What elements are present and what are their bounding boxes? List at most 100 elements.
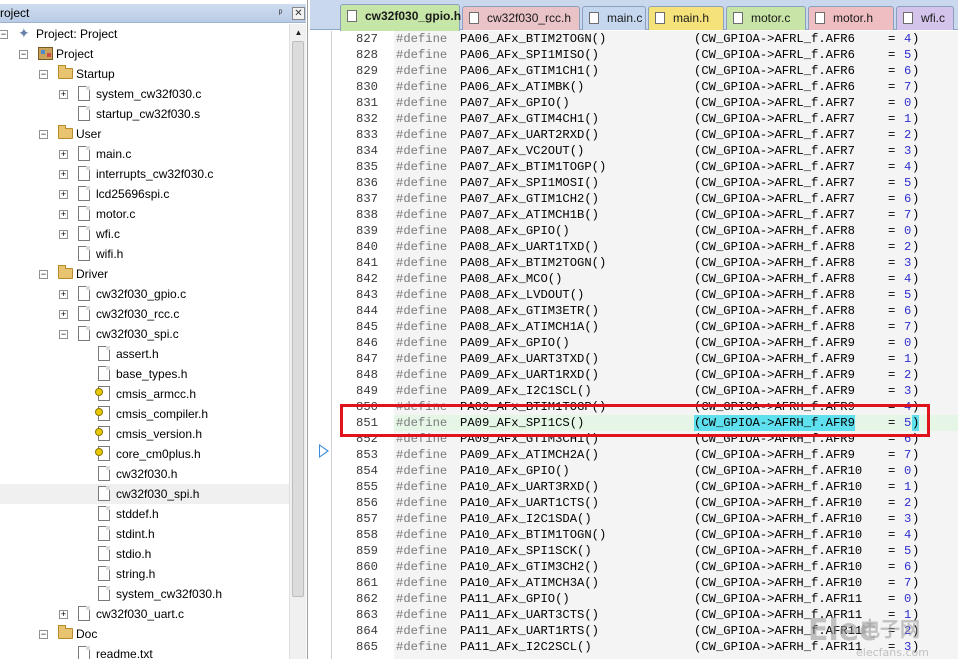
tree-item[interactable]: + cw32f030_gpio.c: [0, 284, 289, 304]
code-line[interactable]: #define PA06_AFx_BTIM2TOGN() (CW_GPIOA->AF…: [394, 31, 958, 47]
code-line[interactable]: #define PA10_AFx_SPI1SCK() (CW_GPIOA->AFRH…: [394, 543, 958, 559]
editor-tab[interactable]: wfi.c: [896, 6, 954, 30]
tree-item[interactable]: base_types.h: [0, 364, 289, 384]
code-line[interactable]: #define PA06_AFx_GTIM1CH1() (CW_GPIOA->AFR…: [394, 63, 958, 79]
editor-tab[interactable]: cw32f030_gpio.h: [340, 4, 461, 31]
tree-item[interactable]: + wfi.c: [0, 224, 289, 244]
scroll-up-arrow-icon[interactable]: ▲: [290, 24, 307, 41]
code-line[interactable]: #define PA10_AFx_GPIO() (CW_GPIOA->AFRH_f.…: [394, 463, 958, 479]
tree-item[interactable]: assert.h: [0, 344, 289, 364]
code-line[interactable]: #define PA10_AFx_GTIM3CH2() (CW_GPIOA->AFR…: [394, 559, 958, 575]
editor-tab[interactable]: main.h: [648, 6, 724, 30]
code-line[interactable]: #define PA07_AFx_GTIM1CH2() (CW_GPIOA->AFR…: [394, 191, 958, 207]
tree-item[interactable]: + system_cw32f030.c: [0, 84, 289, 104]
editor-tab[interactable]: motor.h: [808, 6, 894, 30]
code-line[interactable]: #define PA08_AFx_LVDOUT() (CW_GPIOA->AFRH_…: [394, 287, 958, 303]
expand-icon[interactable]: +: [59, 290, 68, 299]
code-line[interactable]: #define PA10_AFx_ATIMCH3A() (CW_GPIOA->AFR…: [394, 575, 958, 591]
expand-icon[interactable]: +: [59, 170, 68, 179]
editor-tab[interactable]: main.c: [582, 6, 646, 30]
pin-icon[interactable]: ᵖ: [274, 7, 287, 20]
collapse-icon[interactable]: −: [19, 50, 28, 59]
editor-tab[interactable]: motor.c: [726, 6, 806, 30]
tree-item[interactable]: − cw32f030_spi.c: [0, 324, 289, 344]
code-line[interactable]: #define PA07_AFx_GTIM4CH1() (CW_GPIOA->AFR…: [394, 111, 958, 127]
tree-item[interactable]: cmsis_compiler.h: [0, 404, 289, 424]
code-line[interactable]: #define PA07_AFx_VC2OUT() (CW_GPIOA->AFRL_…: [394, 143, 958, 159]
code-line[interactable]: #define PA06_AFx_ATIMBK() (CW_GPIOA->AFRL_…: [394, 79, 958, 95]
tree-item[interactable]: + interrupts_cw32f030.c: [0, 164, 289, 184]
tree-item[interactable]: core_cm0plus.h: [0, 444, 289, 464]
tree-item[interactable]: + main.c: [0, 144, 289, 164]
code-line[interactable]: #define PA11_AFx_UART1RTS() (CW_GPIOA->AFR…: [394, 623, 958, 639]
expand-icon[interactable]: +: [59, 610, 68, 619]
code-line[interactable]: #define PA09_AFx_GTIM3CH1() (CW_GPIOA->AFR…: [394, 431, 958, 447]
tree-item[interactable]: cw32f030.h: [0, 464, 289, 484]
collapse-icon[interactable]: −: [39, 70, 48, 79]
tree-item[interactable]: + cw32f030_rcc.c: [0, 304, 289, 324]
tree-item[interactable]: − Project: [0, 44, 289, 64]
tree-item[interactable]: cmsis_version.h: [0, 424, 289, 444]
code-line[interactable]: #define PA07_AFx_GPIO() (CW_GPIOA->AFRL_f.…: [394, 95, 958, 111]
code-line[interactable]: #define PA10_AFx_I2C1SDA() (CW_GPIOA->AFRH…: [394, 511, 958, 527]
tree-item[interactable]: stdio.h: [0, 544, 289, 564]
code-line[interactable]: #define PA07_AFx_SPI1MOSI() (CW_GPIOA->AFR…: [394, 175, 958, 191]
tree-item[interactable]: − Doc: [0, 624, 289, 644]
code-line[interactable]: #define PA09_AFx_UART1RXD() (CW_GPIOA->AFR…: [394, 367, 958, 383]
code-line[interactable]: #define PA09_AFx_ATIMCH2A() (CW_GPIOA->AFR…: [394, 447, 958, 463]
tree-item[interactable]: − Driver: [0, 264, 289, 284]
code-line[interactable]: #define PA11_AFx_UART3CTS() (CW_GPIOA->AFR…: [394, 607, 958, 623]
expand-icon[interactable]: +: [59, 150, 68, 159]
breakpoint-margin[interactable]: [310, 31, 332, 659]
scrollbar-thumb[interactable]: [292, 41, 304, 597]
code-line[interactable]: #define PA11_AFx_GPIO() (CW_GPIOA->AFRH_f.…: [394, 591, 958, 607]
tree-item[interactable]: readme.txt: [0, 644, 289, 659]
tree-item[interactable]: system_cw32f030.h: [0, 584, 289, 604]
code-line[interactable]: #define PA08_AFx_BTIM2TOGN() (CW_GPIOA->AF…: [394, 255, 958, 271]
code-line[interactable]: #define PA09_AFx_UART3TXD() (CW_GPIOA->AFR…: [394, 351, 958, 367]
code-line[interactable]: #define PA08_AFx_GTIM3ETR() (CW_GPIOA->AFR…: [394, 303, 958, 319]
tree-item[interactable]: string.h: [0, 564, 289, 584]
code-line[interactable]: #define PA06_AFx_SPI1MISO() (CW_GPIOA->AFR…: [394, 47, 958, 63]
code-text-area[interactable]: #define PA06_AFx_BTIM2TOGN() (CW_GPIOA->AF…: [394, 31, 958, 659]
tree-item[interactable]: + cw32f030_uart.c: [0, 604, 289, 624]
tree-item[interactable]: + lcd25696spi.c: [0, 184, 289, 204]
code-line[interactable]: #define PA07_AFx_BTIM1TOGP() (CW_GPIOA->AF…: [394, 159, 958, 175]
code-line[interactable]: #define PA09_AFx_I2C1SCL() (CW_GPIOA->AFRH…: [394, 383, 958, 399]
code-line[interactable]: #define PA08_AFx_MCO() (CW_GPIOA->AFRH_f.A…: [394, 271, 958, 287]
code-line[interactable]: #define PA07_AFx_UART2RXD() (CW_GPIOA->AFR…: [394, 127, 958, 143]
tree-item[interactable]: startup_cw32f030.s: [0, 104, 289, 124]
code-line[interactable]: #define PA07_AFx_ATIMCH1B() (CW_GPIOA->AFR…: [394, 207, 958, 223]
code-line[interactable]: #define PA08_AFx_ATIMCH1A() (CW_GPIOA->AFR…: [394, 319, 958, 335]
tree-item[interactable]: − Project: Project: [0, 24, 289, 44]
collapse-icon[interactable]: −: [39, 130, 48, 139]
code-line-current[interactable]: #define PA09_AFx_SPI1CS() (CW_GPIOA->AFRH_…: [394, 415, 958, 431]
code-line[interactable]: #define PA08_AFx_GPIO() (CW_GPIOA->AFRH_f.…: [394, 223, 958, 239]
tree-item[interactable]: − Startup: [0, 64, 289, 84]
collapse-icon[interactable]: −: [39, 630, 48, 639]
tree-item[interactable]: cmsis_armcc.h: [0, 384, 289, 404]
code-line[interactable]: #define PA10_AFx_BTIM1TOGN() (CW_GPIOA->AF…: [394, 527, 958, 543]
editor-tab[interactable]: cw32f030_rcc.h: [462, 6, 580, 30]
code-line[interactable]: #define PA08_AFx_UART1TXD() (CW_GPIOA->AFR…: [394, 239, 958, 255]
code-line[interactable]: #define PA10_AFx_UART1CTS() (CW_GPIOA->AFR…: [394, 495, 958, 511]
tree-item[interactable]: wifi.h: [0, 244, 289, 264]
tree-item[interactable]: cw32f030_spi.h: [0, 484, 289, 504]
code-line[interactable]: #define PA09_AFx_BTIM1TOGP() (CW_GPIOA->AF…: [394, 399, 958, 415]
expand-icon[interactable]: +: [59, 230, 68, 239]
expand-icon[interactable]: +: [59, 190, 68, 199]
expand-icon[interactable]: +: [59, 210, 68, 219]
collapse-icon[interactable]: −: [0, 30, 8, 39]
tree-item[interactable]: stddef.h: [0, 504, 289, 524]
project-tree-scrollbar[interactable]: ▲: [289, 24, 306, 659]
code-line[interactable]: #define PA10_AFx_UART3RXD() (CW_GPIOA->AFR…: [394, 479, 958, 495]
close-icon[interactable]: ✕: [292, 7, 305, 20]
code-line[interactable]: #define PA09_AFx_GPIO() (CW_GPIOA->AFRH_f.…: [394, 335, 958, 351]
code-line[interactable]: #define PA11_AFx_I2C2SCL() (CW_GPIOA->AFRH…: [394, 639, 958, 655]
tree-item[interactable]: − User: [0, 124, 289, 144]
tree-item[interactable]: stdint.h: [0, 524, 289, 544]
collapse-icon[interactable]: −: [39, 270, 48, 279]
collapse-icon[interactable]: −: [59, 330, 68, 339]
expand-icon[interactable]: +: [59, 310, 68, 319]
expand-icon[interactable]: +: [59, 90, 68, 99]
